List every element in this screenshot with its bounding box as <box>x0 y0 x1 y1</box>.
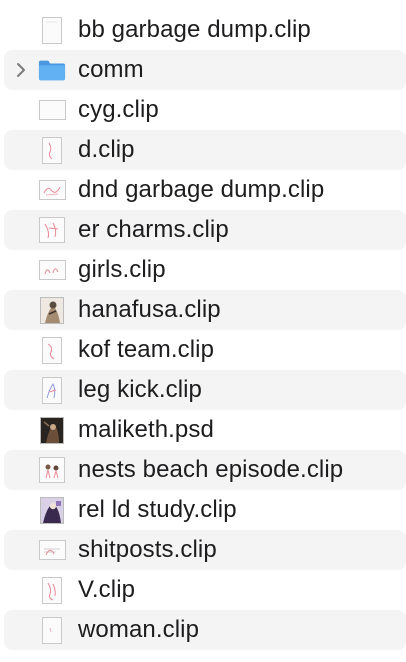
document-thumbnail <box>38 456 66 484</box>
file-name: d.clip <box>78 136 135 163</box>
file-row[interactable]: maliketh.psd <box>0 410 406 450</box>
chevron-right-icon[interactable] <box>12 61 30 79</box>
file-row[interactable]: girls.clip <box>0 250 406 290</box>
file-row[interactable]: d.clip <box>4 130 406 170</box>
file-row[interactable]: cyg.clip <box>0 90 406 130</box>
file-name: hanafusa.clip <box>78 296 221 323</box>
file-row[interactable]: bb garbage dump.clip <box>0 10 406 50</box>
file-name: rel ld study.clip <box>78 496 237 523</box>
image-thumbnail <box>38 416 66 444</box>
document-thumbnail <box>38 16 66 44</box>
file-row[interactable]: woman.clip <box>4 610 406 650</box>
file-row[interactable]: dnd garbage dump.clip <box>0 170 406 210</box>
document-thumbnail <box>38 576 66 604</box>
file-name: cyg.clip <box>78 96 159 123</box>
file-list: bb garbage dump.clip comm cyg.clip d.cli… <box>0 10 406 650</box>
document-thumbnail <box>38 96 66 124</box>
document-thumbnail <box>38 176 66 204</box>
document-thumbnail <box>38 536 66 564</box>
image-thumbnail <box>38 496 66 524</box>
document-thumbnail <box>38 376 66 404</box>
file-row[interactable]: hanafusa.clip <box>4 290 406 330</box>
file-row[interactable]: kof team.clip <box>0 330 406 370</box>
file-row[interactable]: nests beach episode.clip <box>4 450 406 490</box>
document-thumbnail <box>38 216 66 244</box>
file-name: kof team.clip <box>78 336 215 363</box>
file-row[interactable]: rel ld study.clip <box>0 490 406 530</box>
file-name: er charms.clip <box>78 216 229 243</box>
file-name: bb garbage dump.clip <box>78 16 311 43</box>
file-name: woman.clip <box>78 616 200 643</box>
document-thumbnail <box>38 136 66 164</box>
folder-name: comm <box>78 56 144 83</box>
file-name: girls.clip <box>78 256 166 283</box>
file-name: leg kick.clip <box>78 376 203 403</box>
file-row[interactable]: leg kick.clip <box>4 370 406 410</box>
file-name: dnd garbage dump.clip <box>78 176 325 203</box>
document-thumbnail <box>38 336 66 364</box>
file-row[interactable]: V.clip <box>0 570 406 610</box>
file-row[interactable]: er charms.clip <box>4 210 406 250</box>
file-name: V.clip <box>78 576 136 603</box>
document-thumbnail <box>38 616 66 644</box>
file-name: shitposts.clip <box>78 536 217 563</box>
folder-icon <box>38 56 66 84</box>
file-row[interactable]: shitposts.clip <box>4 530 406 570</box>
document-thumbnail <box>38 256 66 284</box>
image-thumbnail <box>38 296 66 324</box>
file-name: maliketh.psd <box>78 416 214 443</box>
file-name: nests beach episode.clip <box>78 456 344 483</box>
folder-row[interactable]: comm <box>4 50 406 90</box>
